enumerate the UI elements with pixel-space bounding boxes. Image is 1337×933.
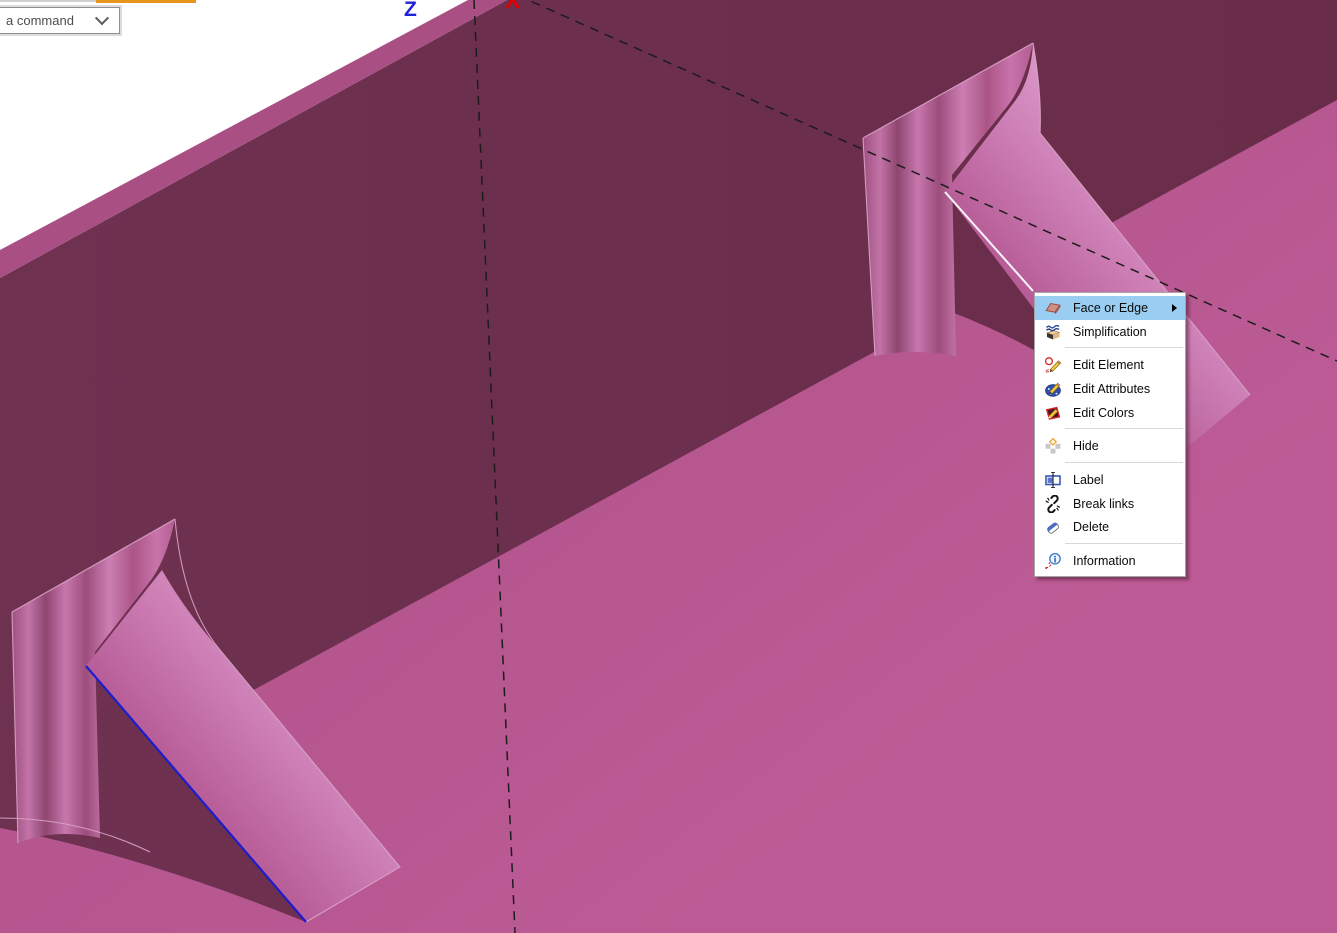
menu-item-label: Information xyxy=(1073,554,1185,568)
menu-item-information[interactable]: Information xyxy=(1035,549,1185,573)
menu-item-label: Simplification xyxy=(1073,325,1185,339)
menu-item-edit-colors[interactable]: Edit Colors xyxy=(1035,401,1185,425)
face-icon xyxy=(1040,299,1066,317)
menu-item-label[interactable]: Label xyxy=(1035,468,1185,492)
axis-z-label: Z xyxy=(404,0,417,21)
menu-separator xyxy=(1065,428,1183,430)
context-menu: Face or Edge Simplification Edit Element Ed… xyxy=(1034,292,1186,577)
edit-attributes-icon xyxy=(1040,380,1066,398)
app-window: Z X a command Face or Edge Simplification… xyxy=(0,0,1337,933)
break-links-icon xyxy=(1040,495,1066,513)
menu-separator xyxy=(1065,347,1183,349)
menu-item-edit-attributes[interactable]: Edit Attributes xyxy=(1035,377,1185,401)
menu-item-label: Break links xyxy=(1073,497,1185,511)
command-combobox[interactable]: a command xyxy=(0,7,120,34)
label-icon xyxy=(1040,471,1066,489)
menu-item-label: Delete xyxy=(1073,520,1185,534)
command-combobox-value[interactable]: a command xyxy=(0,13,97,28)
menu-item-break-links[interactable]: Break links xyxy=(1035,492,1185,516)
menu-item-edit-element[interactable]: Edit Element xyxy=(1035,353,1185,377)
submenu-arrow-icon xyxy=(1172,304,1177,312)
menu-item-hide[interactable]: Hide xyxy=(1035,434,1185,458)
menu-item-label: Edit Element xyxy=(1073,358,1185,372)
simplification-icon xyxy=(1040,323,1066,341)
hide-icon xyxy=(1040,437,1066,455)
edit-colors-icon xyxy=(1040,404,1066,422)
menu-item-label: Face or Edge xyxy=(1073,301,1172,315)
chevron-down-icon[interactable] xyxy=(95,11,109,25)
axis-x-label: X xyxy=(505,0,521,13)
menu-item-label: Edit Attributes xyxy=(1073,382,1185,396)
menu-item-label: Edit Colors xyxy=(1073,406,1185,420)
menu-item-simplification[interactable]: Simplification xyxy=(1035,320,1185,344)
edit-element-icon xyxy=(1040,356,1066,374)
menu-item-delete[interactable]: Delete xyxy=(1035,516,1185,540)
menu-item-label: Hide xyxy=(1073,439,1185,453)
menu-item-label: Label xyxy=(1073,473,1185,487)
information-icon xyxy=(1040,552,1066,570)
toolbar-edge-line xyxy=(0,0,96,2)
menu-separator xyxy=(1065,543,1183,545)
menu-separator xyxy=(1065,462,1183,464)
menu-item-face-or-edge[interactable]: Face or Edge xyxy=(1035,296,1185,320)
delete-icon xyxy=(1040,518,1066,536)
toolbar-orange-strip xyxy=(96,0,196,3)
